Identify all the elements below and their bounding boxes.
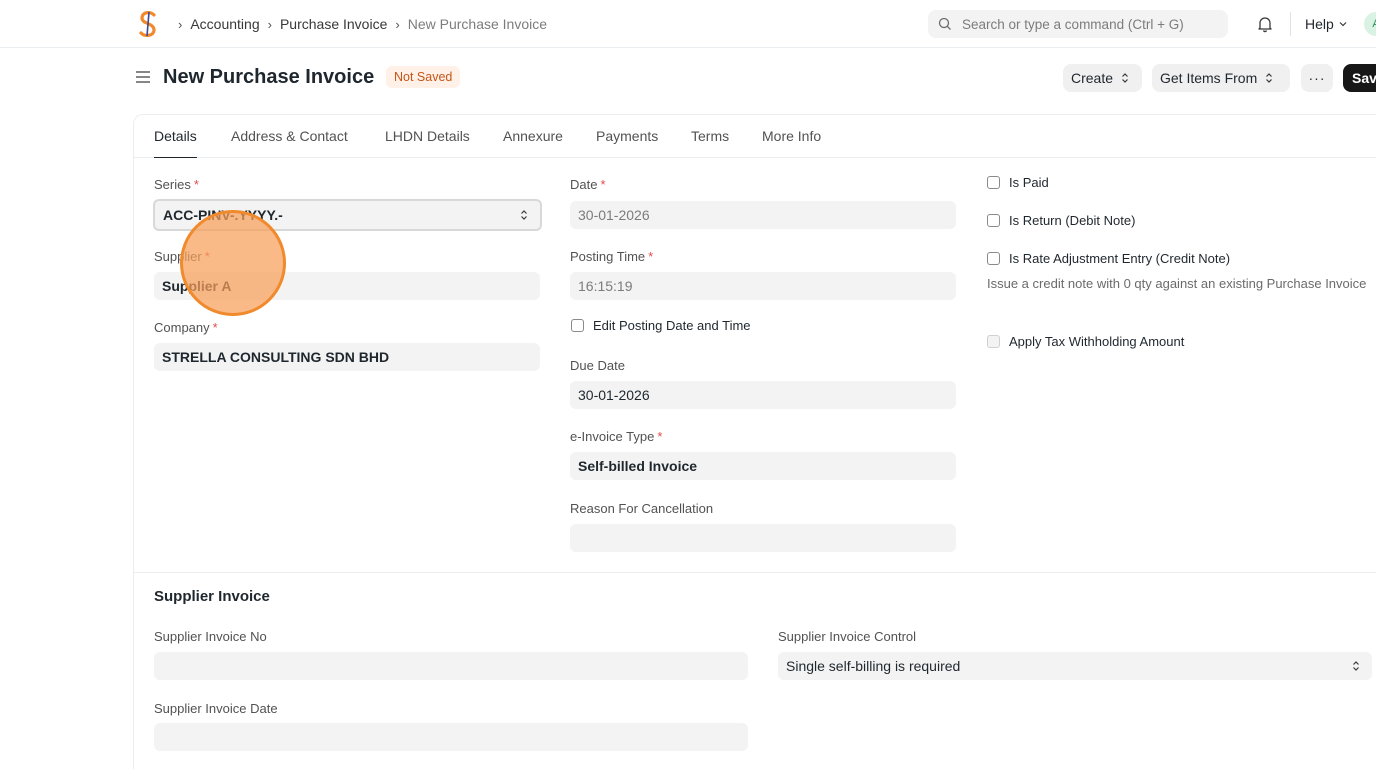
updown-icon (1122, 73, 1128, 83)
breadcrumb: › Accounting › Purchase Invoice › New Pu… (174, 0, 547, 48)
tab-details[interactable]: Details (154, 128, 197, 158)
supplier-invoice-no-field[interactable] (154, 652, 748, 680)
edit-posting-label: Edit Posting Date and Time (593, 318, 751, 333)
due-date-field[interactable]: 30-01-2026 (570, 381, 956, 409)
reason-cancellation-field[interactable] (570, 524, 956, 552)
apply-tax-withholding-checkbox[interactable] (987, 335, 1000, 348)
is-return-label: Is Return (Debit Note) (1009, 213, 1136, 228)
date-field[interactable]: 30-01-2026 (570, 201, 956, 229)
is-paid-checkbox[interactable] (987, 176, 1000, 189)
help-dropdown[interactable]: Help (1305, 0, 1348, 48)
search-input[interactable]: Search or type a command (Ctrl + G) (928, 10, 1228, 38)
section-divider (134, 572, 1376, 573)
edit-posting-checkbox[interactable] (571, 319, 584, 332)
tab-lhdn-details[interactable]: LHDN Details (385, 128, 470, 144)
einvoice-type-label: e-Invoice Type * (570, 429, 663, 444)
chevron-right-icon: › (267, 16, 272, 32)
status-badge: Not Saved (386, 66, 461, 88)
series-select[interactable]: ACC-PINV-.YYYY.- (153, 199, 542, 231)
is-return-checkbox[interactable] (987, 214, 1000, 227)
chevron-right-icon: › (395, 16, 400, 32)
is-rate-adjustment-checkbox[interactable] (987, 252, 1000, 265)
supplier-label-text: Supplier (154, 249, 202, 264)
date-label: Date * (570, 177, 606, 192)
supplier-invoice-section-title[interactable]: Supplier Invoice (154, 588, 270, 605)
app-logo-icon[interactable] (136, 10, 160, 38)
tab-payments[interactable]: Payments (596, 128, 658, 144)
posting-time-value: 16:15:19 (578, 278, 633, 294)
supplier-invoice-no-label: Supplier Invoice No (154, 629, 267, 644)
avatar[interactable]: A (1364, 12, 1376, 36)
supplier-invoice-control-label: Supplier Invoice Control (778, 629, 917, 644)
more-actions-button[interactable]: ··· (1301, 64, 1333, 92)
tab-address-contact[interactable]: Address & Contact (231, 128, 348, 144)
einvoice-type-label-text: e-Invoice Type (570, 429, 655, 444)
reason-cancellation-label: Reason For Cancellation (570, 501, 713, 516)
supplier-value: Supplier A (162, 278, 232, 294)
supplier-field[interactable]: Supplier A (154, 272, 540, 300)
apply-tax-withholding-label: Apply Tax Withholding Amount (1009, 334, 1185, 349)
rate-adjustment-help-text: Issue a credit note with 0 qty against a… (987, 276, 1367, 291)
is-paid-row[interactable]: Is Paid (987, 175, 1049, 190)
company-value: STRELLA CONSULTING SDN BHD (162, 349, 390, 365)
due-date-label-text: Due Date (570, 358, 625, 373)
supplier-invoice-date-label: Supplier Invoice Date (154, 701, 278, 716)
posting-time-field[interactable]: 16:15:19 (570, 272, 956, 300)
page-title: New Purchase Invoice (163, 66, 375, 88)
company-label-text: Company (154, 320, 210, 335)
series-label-text: Series (154, 177, 191, 192)
supplier-invoice-control-value: Single self-billing is required (786, 658, 961, 674)
tab-more-info[interactable]: More Info (762, 128, 821, 144)
due-date-label: Due Date (570, 358, 625, 373)
reason-cancellation-label-text: Reason For Cancellation (570, 501, 714, 516)
search-placeholder: Search or type a command (Ctrl + G) (962, 16, 1184, 32)
get-items-from-label: Get Items From (1160, 70, 1258, 86)
supplier-label: Supplier * (154, 249, 210, 264)
save-button[interactable]: Save (1343, 64, 1376, 92)
breadcrumb-current: New Purchase Invoice (407, 16, 548, 32)
chevron-down-icon (1339, 22, 1347, 27)
form-card: Details Address & Contact LHDN Details A… (133, 114, 1376, 769)
breadcrumb-accounting[interactable]: Accounting (190, 16, 259, 32)
date-label-text: Date (570, 177, 598, 192)
posting-time-label-text: Posting Time (570, 249, 646, 264)
help-label: Help (1305, 16, 1334, 32)
bell-icon[interactable] (1256, 15, 1274, 33)
posting-time-label: Posting Time * (570, 249, 654, 264)
due-date-value: 30-01-2026 (578, 387, 650, 403)
date-value: 30-01-2026 (578, 207, 650, 223)
navbar-divider (1290, 12, 1291, 36)
top-navbar: › Accounting › Purchase Invoice › New Pu… (0, 0, 1376, 48)
chevron-right-icon: › (178, 16, 183, 32)
company-label: Company * (154, 320, 218, 335)
company-field[interactable]: STRELLA CONSULTING SDN BHD (154, 343, 540, 371)
tab-annexure[interactable]: Annexure (503, 128, 563, 144)
breadcrumb-purchase-invoice[interactable]: Purchase Invoice (280, 16, 387, 32)
supplier-invoice-date-field[interactable] (154, 723, 748, 751)
supplier-invoice-control-select[interactable]: Single self-billing is required (778, 652, 1372, 680)
is-return-row[interactable]: Is Return (Debit Note) (987, 213, 1135, 228)
is-rate-adjustment-label: Is Rate Adjustment Entry (Credit Note) (1009, 251, 1231, 266)
tab-terms[interactable]: Terms (691, 128, 729, 144)
create-button[interactable]: Create (1063, 64, 1142, 92)
edit-posting-checkbox-row[interactable]: Edit Posting Date and Time (571, 318, 751, 333)
updown-icon (521, 210, 527, 220)
is-rate-adjustment-row[interactable]: Is Rate Adjustment Entry (Credit Note) (987, 251, 1230, 266)
einvoice-type-field[interactable]: Self-billed Invoice (570, 452, 956, 480)
is-paid-label: Is Paid (1009, 175, 1049, 190)
series-label: Series * (154, 177, 199, 192)
einvoice-type-value: Self-billed Invoice (578, 458, 698, 474)
search-icon (938, 17, 951, 30)
sidebar-toggle-icon[interactable] (136, 70, 150, 84)
create-button-label: Create (1071, 70, 1114, 86)
form-tabs: Details Address & Contact LHDN Details A… (134, 115, 1376, 158)
updown-icon (1266, 73, 1273, 83)
apply-tax-withholding-row[interactable]: Apply Tax Withholding Amount (987, 334, 1184, 349)
series-value: ACC-PINV-.YYYY.- (163, 207, 283, 223)
updown-icon (1353, 661, 1359, 671)
get-items-from-button[interactable]: Get Items From (1152, 64, 1290, 92)
